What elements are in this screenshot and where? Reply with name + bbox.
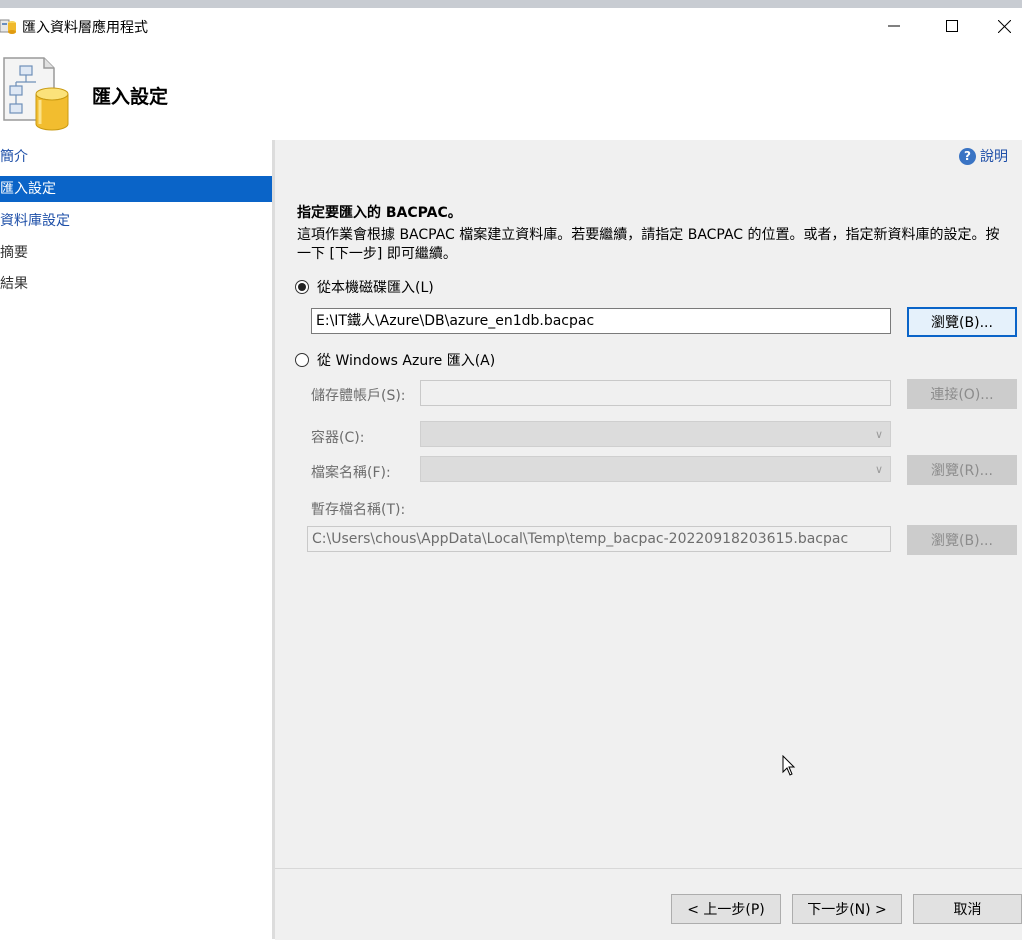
azure-option[interactable]: 從 Windows Azure 匯入(A) xyxy=(295,350,495,370)
storage-account-input xyxy=(420,380,891,406)
desktop-strip xyxy=(0,0,1022,8)
mouse-cursor-icon xyxy=(782,755,796,776)
help-icon: ? xyxy=(959,147,976,165)
main-panel: ? 說明 指定要匯入的 BACPAC。 這項作業會根據 BACPAC 檔案建立資… xyxy=(275,140,1022,870)
local-disk-label: 從本機磁碟匯入(L) xyxy=(317,280,434,296)
close-icon xyxy=(998,19,1011,33)
maximize-icon xyxy=(946,20,958,32)
app-icon xyxy=(0,19,16,34)
local-disk-radio[interactable] xyxy=(295,280,309,294)
container-select: ∨ xyxy=(420,421,891,447)
storage-account-label: 儲存體帳戶(S): xyxy=(311,388,406,404)
wizard-sidebar: 簡介 匯入設定 資料庫設定 摘要 結果 xyxy=(0,140,272,939)
local-path-input[interactable]: E:\IT鐵人\Azure\DB\azure_en1db.bacpac xyxy=(311,308,891,334)
filename-label: 檔案名稱(F): xyxy=(311,465,391,481)
title-bar: 匯入資料層應用程式 xyxy=(0,8,1022,44)
browse-file-button: 瀏覽(R)... xyxy=(907,455,1017,485)
help-label: 說明 xyxy=(980,149,1008,165)
minimize-button[interactable] xyxy=(871,8,917,44)
chevron-down-icon: ∨ xyxy=(874,427,884,441)
back-button[interactable]: < 上一步(P) xyxy=(671,894,781,924)
database-import-icon xyxy=(3,57,69,131)
section-title: 指定要匯入的 BACPAC。 xyxy=(297,205,462,221)
sidebar-item-database-settings[interactable]: 資料庫設定 xyxy=(0,208,272,234)
sidebar-item-results: 結果 xyxy=(0,276,28,292)
local-disk-option[interactable]: 從本機磁碟匯入(L) xyxy=(295,277,434,297)
browse-local-button[interactable]: 瀏覽(B)... xyxy=(907,307,1017,337)
temp-path-input: C:\Users\chous\AppData\Local\Temp\temp_b… xyxy=(307,526,891,552)
page-title: 匯入設定 xyxy=(92,86,169,108)
container-label: 容器(C): xyxy=(311,430,365,446)
minimize-icon xyxy=(888,25,900,27)
sidebar-item-import-settings[interactable]: 匯入設定 xyxy=(0,176,272,202)
help-link[interactable]: ? 說明 xyxy=(959,146,1008,166)
wizard-header: 匯入設定 xyxy=(0,44,1022,140)
wizard-footer: < 上一步(P) 下一步(N) > 取消 xyxy=(275,868,1022,940)
connect-button: 連接(O)... xyxy=(907,379,1017,409)
window-title: 匯入資料層應用程式 xyxy=(22,20,148,36)
cancel-button[interactable]: 取消 xyxy=(913,894,1022,924)
temp-filename-label: 暫存檔名稱(T): xyxy=(311,502,406,518)
sidebar-item-summary: 摘要 xyxy=(0,245,28,261)
next-button[interactable]: 下一步(N) > xyxy=(792,894,902,924)
close-button[interactable] xyxy=(987,8,1022,44)
filename-select: ∨ xyxy=(420,456,891,482)
browse-temp-button: 瀏覽(B)... xyxy=(907,525,1017,555)
azure-radio[interactable] xyxy=(295,353,309,367)
chevron-down-icon: ∨ xyxy=(874,462,884,476)
sidebar-item-intro[interactable]: 簡介 xyxy=(0,144,272,170)
azure-label: 從 Windows Azure 匯入(A) xyxy=(317,353,496,369)
maximize-button[interactable] xyxy=(929,8,975,44)
section-description: 這項作業會根據 BACPAC 檔案建立資料庫。若要繼續，請指定 BACPAC 的… xyxy=(297,227,1000,262)
